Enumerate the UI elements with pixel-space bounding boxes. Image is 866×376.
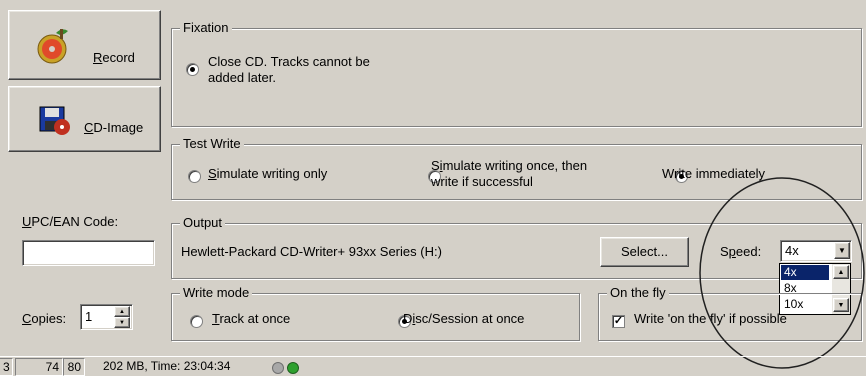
select-device-button[interactable]: Select... bbox=[600, 237, 689, 267]
gray-status-icon bbox=[272, 362, 284, 374]
simulate-then-write-label-line1: Simulate writing once, then bbox=[431, 158, 588, 173]
close-cd-label-line2: added later. bbox=[208, 70, 276, 85]
cd-image-button[interactable]: CD-Image bbox=[8, 86, 161, 152]
track-at-once-label: Track at once bbox=[212, 311, 291, 326]
write-mode-group: Write mode Track at once Disc/Session at… bbox=[171, 285, 580, 341]
close-cd-label-line1: Close CD. Tracks cannot be bbox=[208, 54, 370, 69]
track-at-once-radio[interactable] bbox=[190, 315, 203, 329]
write-mode-title: Write mode bbox=[180, 285, 253, 300]
status-cell-2: 74 bbox=[15, 358, 63, 376]
disc-session-label: Disc/Session at once bbox=[403, 311, 525, 326]
upc-ean-label: UPC/EAN Code: bbox=[22, 214, 119, 229]
write-on-the-fly-checkbox[interactable]: ✓ bbox=[612, 315, 625, 329]
copies-up-button[interactable]: ▲ bbox=[114, 306, 130, 317]
copies-down-button[interactable]: ▼ bbox=[114, 317, 130, 328]
upc-ean-input[interactable] bbox=[22, 240, 155, 266]
record-button[interactable]: Record bbox=[8, 10, 161, 80]
status-cell-3: 80 bbox=[63, 358, 85, 376]
output-title: Output bbox=[180, 215, 226, 230]
record-disc-icon bbox=[34, 25, 74, 65]
status-cell-1: 3 bbox=[0, 358, 13, 376]
record-button-label: Record bbox=[93, 50, 135, 65]
cd-image-button-label: CD-Image bbox=[84, 120, 144, 135]
green-status-icon bbox=[287, 362, 299, 374]
output-device-name: Hewlett-Packard CD-Writer+ 93xx Series (… bbox=[181, 244, 442, 259]
test-write-title: Test Write bbox=[180, 136, 244, 151]
copies-input[interactable]: 1 ▲ ▼ bbox=[80, 304, 133, 330]
on-the-fly-title: On the fly bbox=[607, 285, 669, 300]
simulate-only-label: Simulate writing only bbox=[208, 166, 328, 181]
status-info: 202 MB, Time: 23:04:34 bbox=[103, 359, 231, 373]
simulate-then-write-label-line2: write if successful bbox=[431, 174, 533, 189]
fixation-group: Fixation Close CD. Tracks cannot be adde… bbox=[171, 20, 862, 127]
select-device-label: Select... bbox=[621, 244, 668, 259]
close-cd-radio[interactable] bbox=[186, 63, 199, 77]
copies-value: 1 bbox=[85, 309, 93, 324]
simulate-only-radio[interactable] bbox=[188, 170, 201, 184]
highlight-circle bbox=[699, 177, 865, 369]
floppy-disk-icon bbox=[36, 101, 72, 137]
copies-label: Copies: bbox=[22, 311, 67, 326]
fixation-title: Fixation bbox=[180, 20, 232, 35]
